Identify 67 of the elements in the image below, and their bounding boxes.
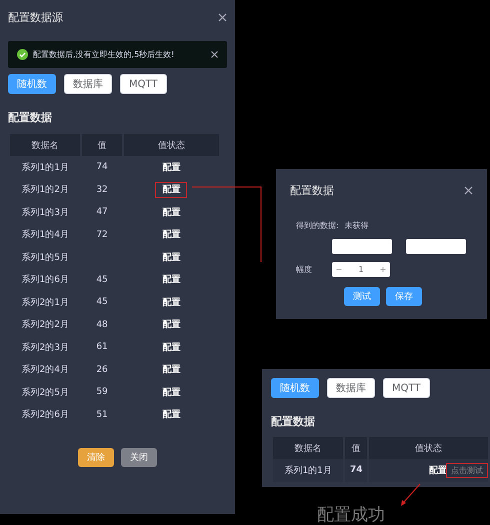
dialog-title: 配置数据源 — [8, 10, 63, 25]
table-cell: 45 — [96, 297, 108, 308]
table-cell: 系列1的4月 — [21, 230, 69, 240]
table-cell: 系列2的1月 — [21, 298, 69, 308]
table-cell: 48 — [96, 320, 108, 330]
column-header: 值 — [82, 134, 122, 156]
config-link[interactable]: 配置 — [156, 250, 186, 265]
table-cell: 74 — [96, 162, 108, 172]
field-label: 幅度 — [296, 264, 313, 275]
section-title: 配置数据 — [271, 414, 316, 429]
close-button[interactable]: 关闭 — [121, 448, 157, 467]
close-icon[interactable] — [464, 186, 473, 195]
config-link[interactable]: 配置 — [156, 206, 186, 220]
column-header: 值状态 — [369, 437, 488, 459]
config-link[interactable]: 配置 — [156, 183, 186, 198]
config-link[interactable]: 配置 — [156, 273, 186, 288]
table-cell: 72 — [96, 230, 108, 240]
field-label: 得到的数据: — [296, 220, 339, 231]
check-icon — [17, 49, 28, 60]
table-cell: 74 — [350, 465, 362, 476]
config-link[interactable]: 配置 — [156, 386, 186, 400]
column-header: 数据名 — [273, 437, 344, 459]
column-header: 值 — [345, 437, 368, 459]
tab[interactable]: MQTT — [120, 74, 167, 94]
table-cell: 26 — [96, 364, 108, 375]
table-cell: 32 — [96, 184, 108, 195]
field-value: 未获得 — [344, 220, 369, 231]
table-cell: 系列1的1月 — [284, 466, 332, 476]
table-cell: 系列1的3月 — [21, 208, 69, 218]
table-cell: 系列1的6月 — [21, 275, 69, 286]
number-field[interactable] — [332, 239, 392, 254]
test-link[interactable]: 点击测试 — [447, 464, 487, 477]
config-link[interactable]: 配置 — [156, 363, 186, 378]
config-link[interactable]: 配置 — [156, 296, 186, 310]
table-cell: 系列1的5月 — [21, 252, 69, 263]
table-cell: 系列2的6月 — [21, 410, 69, 420]
config-link[interactable]: 配置 — [156, 228, 186, 242]
table-cell: 系列2的4月 — [21, 365, 69, 376]
config-link[interactable]: 配置 — [429, 464, 447, 478]
config-link[interactable]: 配置 — [156, 340, 186, 355]
tab[interactable]: 数据库 — [327, 378, 375, 398]
table-cell: 47 — [96, 207, 108, 218]
config-link[interactable]: 配置 — [156, 160, 186, 175]
table-cell: 45 — [96, 274, 108, 285]
table-cell: 系列1的2月 — [21, 185, 69, 196]
tab[interactable]: MQTT — [383, 378, 430, 398]
number-stepper[interactable]: − 1 + — [332, 262, 390, 277]
close-icon[interactable] — [211, 51, 218, 58]
table-cell: 59 — [96, 387, 108, 398]
table-cell: 系列1的1月 — [21, 162, 69, 173]
section-title: 配置数据 — [8, 110, 53, 125]
table-cell: 系列2的2月 — [21, 320, 69, 330]
arrow — [401, 484, 420, 506]
tab[interactable]: 数据库 — [64, 74, 112, 94]
close-icon[interactable] — [218, 13, 227, 22]
alert-message: 配置数据后,没有立即生效的,5秒后生效! — [33, 49, 176, 60]
number-field[interactable] — [406, 239, 466, 254]
dialog-title: 配置数据 — [290, 183, 334, 198]
config-link[interactable]: 配置 — [156, 408, 186, 422]
table-cell: 51 — [96, 410, 108, 420]
column-header: 值状态 — [124, 134, 219, 156]
table-cell: 系列2的5月 — [21, 388, 69, 398]
table-cell: 系列2的3月 — [21, 342, 69, 353]
column-header: 数据名 — [10, 134, 80, 156]
table-cell: 61 — [96, 342, 108, 352]
config-link[interactable]: 配置 — [156, 318, 186, 332]
annotation-text: 配置成功 — [317, 504, 385, 525]
